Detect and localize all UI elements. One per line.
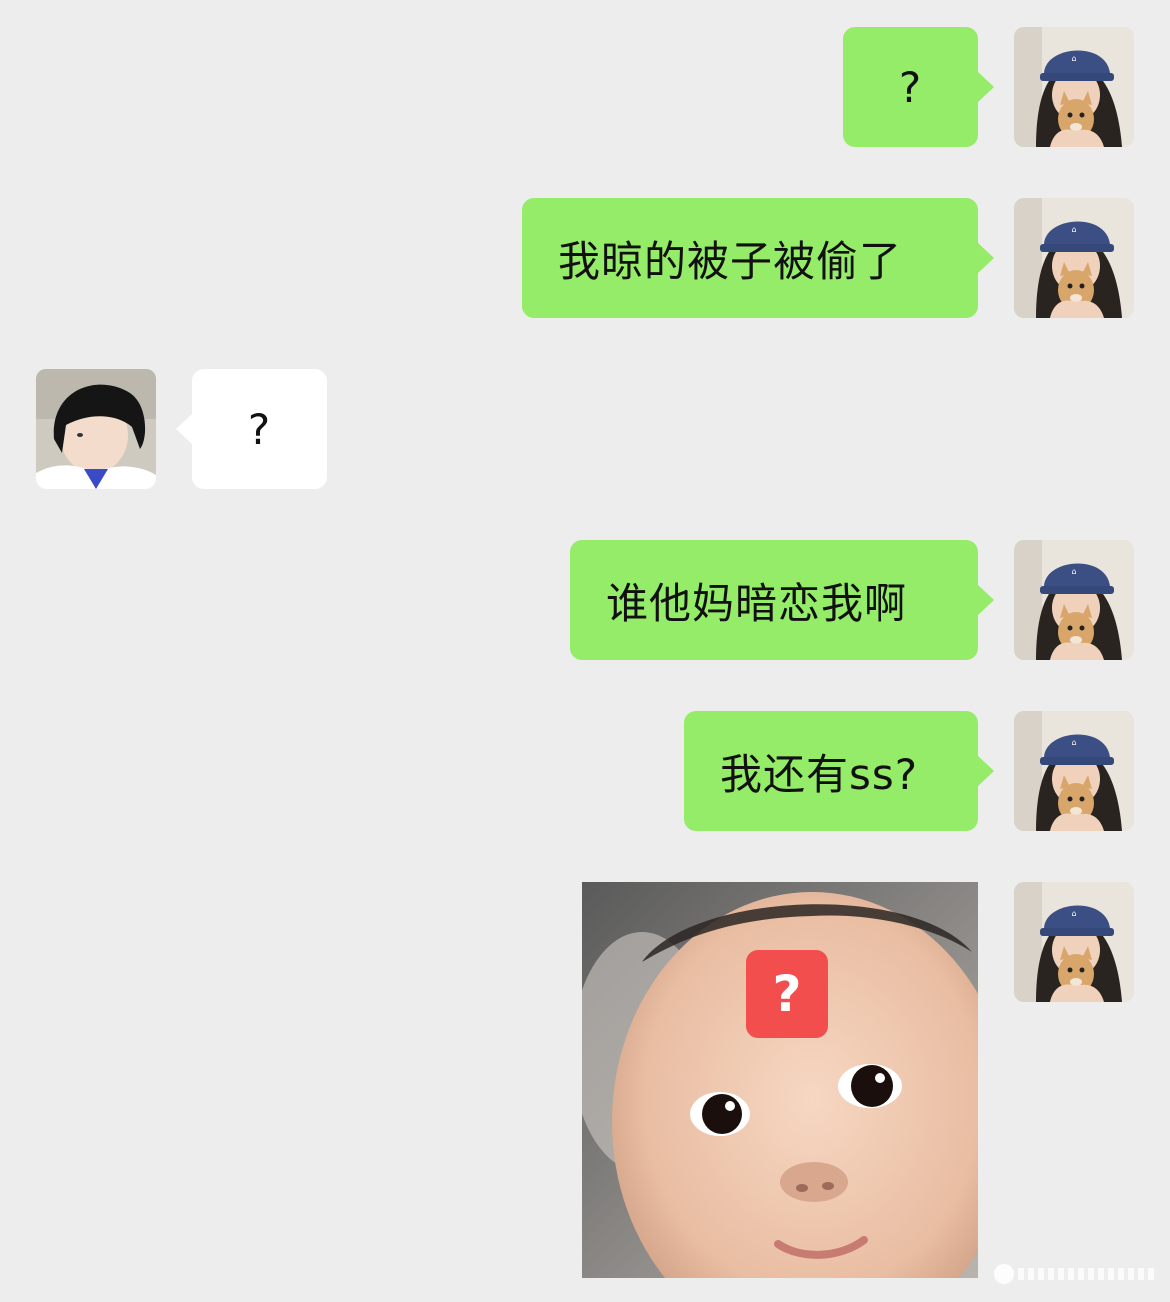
my-avatar[interactable]	[1014, 540, 1134, 660]
my-message-bubble[interactable]: 谁他妈暗恋我啊	[570, 540, 994, 660]
message-text: ?	[898, 62, 923, 112]
my-avatar[interactable]	[1014, 27, 1134, 147]
confused-baby-question-sticker-icon	[582, 882, 978, 1278]
watermark-logo-icon	[994, 1264, 1014, 1284]
my-avatar[interactable]	[1014, 882, 1134, 1002]
my-avatar[interactable]	[1014, 711, 1134, 831]
my-message-bubble[interactable]: 我还有ss?	[684, 711, 994, 831]
watermark	[994, 1264, 1158, 1284]
my-message-bubble[interactable]: ?	[843, 27, 994, 147]
sticker-image[interactable]: ?	[582, 882, 978, 1278]
contact-message-bubble[interactable]: ?	[176, 369, 327, 489]
watermark-bar	[1018, 1268, 1158, 1280]
question-badge-text: ?	[772, 965, 802, 1023]
message-text: ?	[247, 404, 272, 454]
message-text: 谁他妈暗恋我啊	[606, 578, 908, 628]
my-message-bubble[interactable]: 我晾的被子被偷了	[522, 198, 994, 318]
message-text: 我晾的被子被偷了	[558, 236, 903, 286]
contact-avatar[interactable]	[36, 369, 156, 489]
message-text: 我还有ss?	[720, 749, 919, 799]
my-avatar[interactable]	[1014, 198, 1134, 318]
